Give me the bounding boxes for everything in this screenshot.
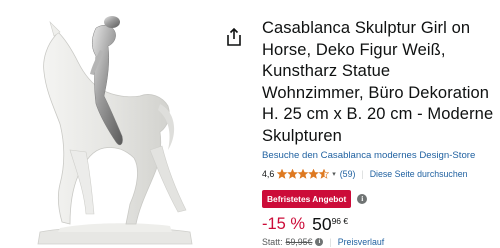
info-icon[interactable]: i (315, 238, 324, 246)
old-price: 59,95€ (285, 237, 313, 247)
stars-icon (277, 169, 330, 179)
list-price-row: Statt: 59,95€ i | Preisverlauf (262, 237, 494, 247)
deal-row: Befristetes Angebot i (262, 190, 494, 208)
search-page-link[interactable]: Diese Seite durchsuchen (370, 169, 468, 179)
share-button[interactable] (224, 26, 244, 48)
store-link[interactable]: Besuche den Casablanca modernes Design-S… (262, 150, 494, 161)
price-row: -15 % 50 96 € (262, 214, 494, 234)
price-history-link[interactable]: Preisverlauf (338, 237, 384, 247)
review-count-link[interactable]: (59) (340, 169, 356, 179)
chevron-down-icon[interactable]: ▾ (332, 170, 336, 178)
share-icon (227, 27, 241, 46)
deal-badge: Befristetes Angebot (262, 190, 352, 208)
star-rating[interactable] (277, 169, 330, 179)
discount-percent: -15 % (262, 215, 306, 233)
product-title: Casablanca Skulptur Girl on Horse, Deko … (262, 19, 494, 145)
product-info: Casablanca Skulptur Girl on Horse, Deko … (262, 18, 494, 247)
statt-label: Statt: (262, 237, 283, 247)
rating-row: 4,6 ▾ (59) | Diese Seite durchsuchen (262, 169, 494, 179)
price-fraction: 96 € (331, 216, 349, 226)
rating-value: 4,6 (262, 169, 275, 179)
divider: | (361, 169, 364, 179)
price-whole: 50 (312, 214, 332, 234)
sculpture-illustration (37, 16, 193, 245)
divider: | (329, 237, 332, 247)
product-image[interactable] (0, 0, 215, 248)
info-icon[interactable]: i (357, 194, 368, 204)
